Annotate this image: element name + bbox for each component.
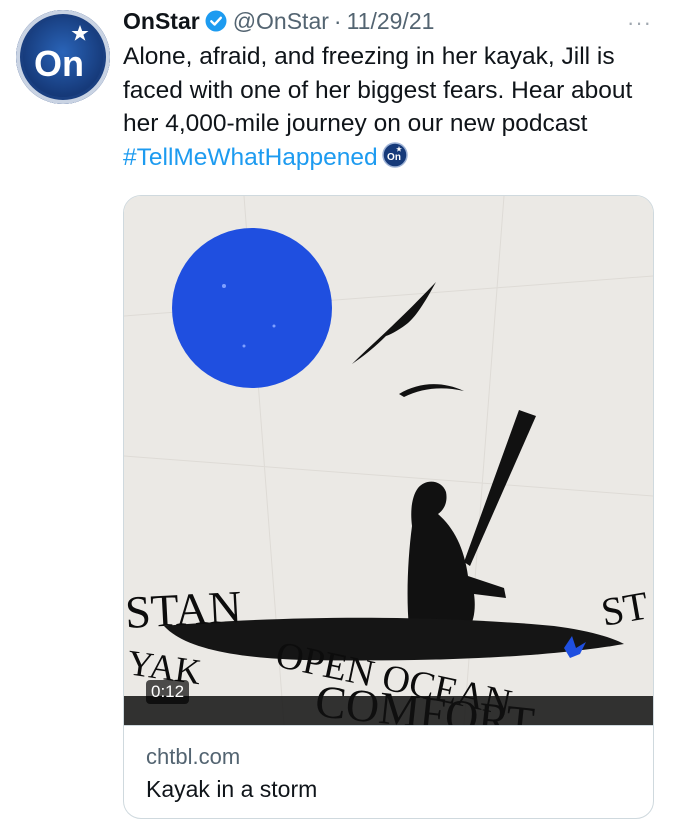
onstar-emoji-icon: On: [381, 141, 408, 178]
avatar-logo-text: On: [34, 43, 84, 84]
onstar-avatar[interactable]: On: [16, 10, 110, 104]
hashtag-link[interactable]: #TellMeWhatHappened: [123, 144, 378, 171]
kayak-illustration: STAN YAK OPEN OCEAN COMFORT ST: [124, 196, 653, 725]
card-domain: chtbl.com: [146, 744, 241, 769]
tweet-text: Alone, afraid, and freezing in her kayak…: [123, 40, 658, 177]
tweet-header: OnStar @OnStar · 11/29/21: [123, 6, 434, 36]
author-handle[interactable]: @OnStar: [233, 8, 329, 35]
emoji-logo-text: On: [387, 152, 401, 163]
scene-text: STAN: [124, 581, 243, 638]
card-footer[interactable]: chtbl.com Kayak in a storm: [124, 725, 653, 818]
link-card[interactable]: STAN YAK OPEN OCEAN COMFORT ST 0:12 chtb…: [123, 195, 654, 819]
verified-badge-icon: [205, 10, 227, 32]
header-separator: ·: [333, 7, 342, 34]
scene-text: ST: [598, 582, 652, 634]
video-duration-badge: 0:12: [146, 680, 190, 704]
author-name[interactable]: OnStar: [123, 8, 200, 35]
more-options-icon[interactable]: ···: [627, 10, 652, 36]
onstar-logo-icon: On: [34, 25, 89, 84]
video-thumbnail[interactable]: STAN YAK OPEN OCEAN COMFORT ST 0:12: [124, 196, 653, 725]
tweet-date[interactable]: 11/29/21: [347, 8, 435, 35]
moon-graphic: [172, 228, 332, 388]
tweet-body-text: Alone, afraid, and freezing in her kayak…: [123, 43, 633, 137]
card-title: Kayak in a storm: [146, 776, 318, 802]
